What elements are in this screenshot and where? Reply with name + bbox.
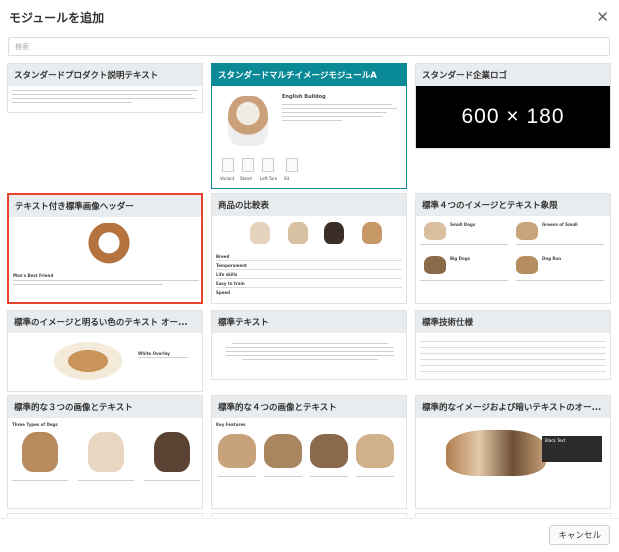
bulldog-image [228, 96, 268, 146]
tile-title: 標準的なイメージおよび暗いテキストのオー... [416, 396, 610, 418]
module-tile-product-description[interactable]: スタンダードプロダクト説明テキスト [7, 63, 203, 113]
module-tile-image-light-text-overlay[interactable]: 標準のイメージと明るい色のテキスト オー... White Overlay [7, 310, 203, 392]
preview-caption: White Overlay [138, 351, 170, 356]
preview-heading: Key Features [216, 422, 246, 427]
tile-title: テキスト付き標準画像ヘッダー [9, 195, 201, 217]
preview-heading: English Bulldog [282, 94, 326, 100]
tile-title: スタンダード企業ロゴ [416, 64, 610, 86]
dialog-header: モジュールを追加 ✕ [0, 0, 619, 34]
tile-title: 商品の比較表 [212, 194, 406, 216]
tile-preview [8, 86, 202, 112]
tile-preview: Black Text [416, 418, 610, 508]
tile-title: 標準的な３つの画像とテキスト [8, 396, 202, 418]
footer-divider [0, 518, 619, 519]
preview-caption: Man's Best Friend [13, 273, 54, 278]
module-tile-multi-image-a[interactable]: スタンダードマルチイメージモジュールA English Bulldog Vari… [211, 63, 407, 189]
tile-title: 標準４つのイメージとテキスト象限 [416, 194, 610, 216]
module-tile-image-dark-text-overlay[interactable]: 標準的なイメージおよび暗いテキストのオー... Black Text [415, 395, 611, 509]
puppy-image [81, 223, 137, 267]
dogs-group-image [446, 430, 546, 476]
module-tile-partial[interactable] [211, 513, 407, 517]
module-tile-partial[interactable] [415, 513, 611, 517]
close-icon[interactable]: ✕ [596, 9, 609, 25]
dialog-title: モジュールを追加 [9, 10, 105, 25]
tile-preview: 600 × 180 [416, 86, 610, 148]
tile-title: スタンダードマルチイメージモジュールA [212, 64, 406, 86]
module-grid: スタンダードプロダクト説明テキスト スタンダードマルチイメージモジュールA En… [7, 63, 611, 517]
dog-image [48, 339, 128, 383]
preview-heading: Three Types of Dogs [12, 422, 58, 427]
module-tile-three-images-text[interactable]: 標準的な３つの画像とテキスト Three Types of Dogs [7, 395, 203, 509]
tile-preview [416, 333, 610, 379]
module-tile-company-logo[interactable]: スタンダード企業ロゴ 600 × 180 [415, 63, 611, 149]
add-module-dialog: モジュールを追加 ✕ スタンダードプロダクト説明テキスト スタンダードマルチイメ… [0, 0, 619, 552]
tile-preview: Small Dogs Greens of Small Big Dogs Dog … [416, 216, 610, 303]
module-tile-four-images-text[interactable]: 標準的な４つの画像とテキスト Key Features [211, 395, 407, 509]
tile-title: 標準テキスト [212, 311, 406, 333]
tile-preview: Three Types of Dogs [8, 418, 202, 508]
tile-preview: Key Features [212, 418, 406, 508]
module-tile-partial[interactable] [7, 513, 203, 517]
module-tile-four-image-quadrant[interactable]: 標準４つのイメージとテキスト象限 Small Dogs Greens of Sm… [415, 193, 611, 304]
module-tile-standard-text[interactable]: 標準テキスト [211, 310, 407, 380]
module-tile-product-comparison[interactable]: 商品の比較表 Breed Temperament Life skills Eas… [211, 193, 407, 304]
logo-placeholder: 600 × 180 [416, 86, 610, 148]
tile-preview [212, 333, 406, 379]
module-tile-image-header-with-text[interactable]: テキスト付き標準画像ヘッダー Man's Best Friend [7, 193, 203, 304]
preview-caption: Black Text [542, 436, 602, 462]
tile-title: 標準技術仕様 [416, 311, 610, 333]
module-tile-tech-specs[interactable]: 標準技術仕様 [415, 310, 611, 380]
search-input[interactable] [8, 37, 610, 56]
cancel-button[interactable]: キャンセル [549, 525, 610, 545]
tile-preview: Man's Best Friend [9, 217, 201, 302]
tile-preview: White Overlay [8, 333, 202, 391]
tile-title: 標準的な４つの画像とテキスト [212, 396, 406, 418]
tile-title: スタンダードプロダクト説明テキスト [8, 64, 202, 86]
tile-preview: Breed Temperament Life skills Easy to tr… [212, 216, 406, 303]
tile-title: 標準のイメージと明るい色のテキスト オー... [8, 311, 202, 333]
tile-preview: English Bulldog Variant Stand Left Turn … [212, 86, 406, 188]
